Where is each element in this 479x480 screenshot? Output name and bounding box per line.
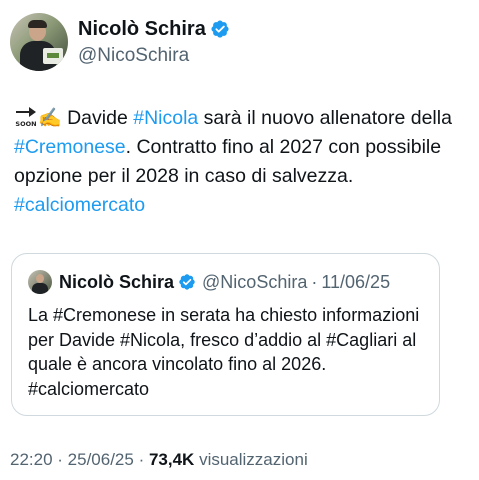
quoted-avatar	[28, 270, 52, 294]
writing-hand-icon: ✍️	[38, 108, 62, 129]
verified-badge-icon	[179, 274, 195, 290]
author-handle[interactable]: @NicoSchira	[78, 44, 230, 67]
soon-arrow-icon: SOON	[15, 107, 37, 127]
quoted-tweet-text: La #Cremonese in serata ha chiesto infor…	[28, 305, 420, 399]
quoted-date: 11/06/25	[321, 271, 391, 292]
author-name[interactable]: Nicolò Schira	[78, 17, 206, 41]
quoted-tweet[interactable]: Nicolò Schira @NicoSchira · 11/06/25 La …	[11, 253, 440, 416]
hashtag-calciomercato[interactable]: #calciomercato	[14, 194, 145, 216]
tweet-text: SOON ✍️ Davide #Nicola sarà il nuovo all…	[14, 104, 469, 220]
svg-text:SOON: SOON	[15, 120, 36, 127]
view-count-label: visualizzazioni	[199, 450, 308, 469]
tweet-segment: sarà il nuovo allenatore della	[198, 107, 452, 129]
tweet-date[interactable]: 25/06/25	[68, 450, 134, 469]
footer-separator: ·	[52, 450, 68, 469]
quoted-author-handle: @NicoSchira	[202, 271, 308, 292]
hashtag-cremonese[interactable]: #Cremonese	[14, 136, 126, 158]
tweet-footer: 22:20 · 25/06/25 · 73,4K visualizzazioni	[10, 450, 308, 470]
tweet-time[interactable]: 22:20	[10, 450, 53, 469]
verified-badge-icon	[211, 20, 229, 38]
avatar[interactable]	[10, 13, 68, 71]
quoted-author-name: Nicolò Schira	[59, 271, 175, 292]
footer-separator: ·	[133, 450, 149, 469]
tweet-segment: Davide	[67, 107, 134, 129]
quoted-tweet-header: Nicolò Schira @NicoSchira · 11/06/25	[28, 270, 390, 294]
author-info: Nicolò Schira @NicoSchira	[78, 17, 230, 67]
quoted-separator: ·	[311, 271, 318, 292]
tweet-header: Nicolò Schira @NicoSchira	[10, 13, 230, 71]
view-count: 73,4K	[148, 450, 195, 469]
hashtag-nicola[interactable]: #Nicola	[133, 107, 198, 129]
